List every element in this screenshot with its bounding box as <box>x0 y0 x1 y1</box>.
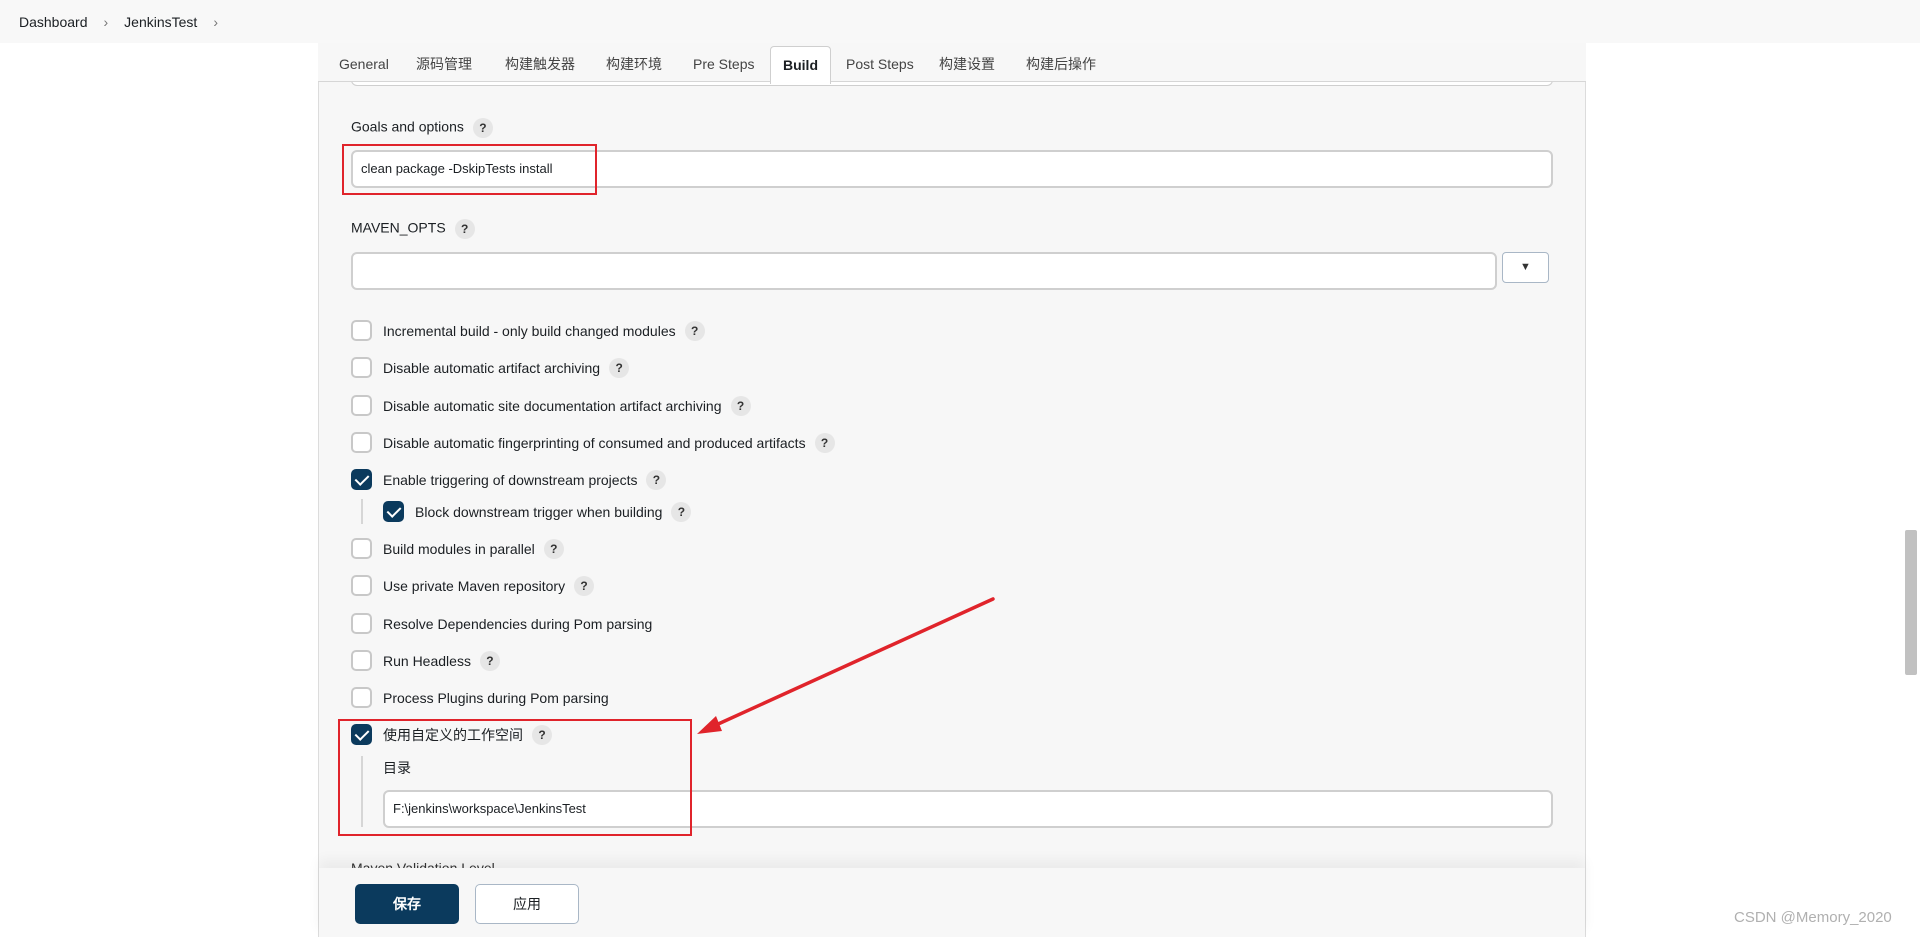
tab-post-build[interactable]: 构建后操作 <box>1026 46 1096 82</box>
config-tabs: General 源码管理 构建触发器 构建环境 Pre Steps Build … <box>318 43 1586 84</box>
annotation-arrow <box>697 597 995 734</box>
tab-pre-steps[interactable]: Pre Steps <box>693 46 754 82</box>
apply-button[interactable]: 应用 <box>475 884 579 924</box>
tab-build-env[interactable]: 构建环境 <box>606 46 662 82</box>
tab-scm[interactable]: 源码管理 <box>416 46 472 82</box>
tab-build-settings[interactable]: 构建设置 <box>939 46 995 82</box>
watermark: CSDN @Memory_2020 <box>1734 909 1892 926</box>
tab-post-steps[interactable]: Post Steps <box>846 46 914 82</box>
tab-general[interactable]: General <box>339 46 389 82</box>
scrollbar-thumb[interactable] <box>1905 530 1917 675</box>
save-button[interactable]: 保存 <box>355 884 459 924</box>
tab-build[interactable]: Build <box>770 46 831 84</box>
tab-triggers[interactable]: 构建触发器 <box>505 46 575 82</box>
